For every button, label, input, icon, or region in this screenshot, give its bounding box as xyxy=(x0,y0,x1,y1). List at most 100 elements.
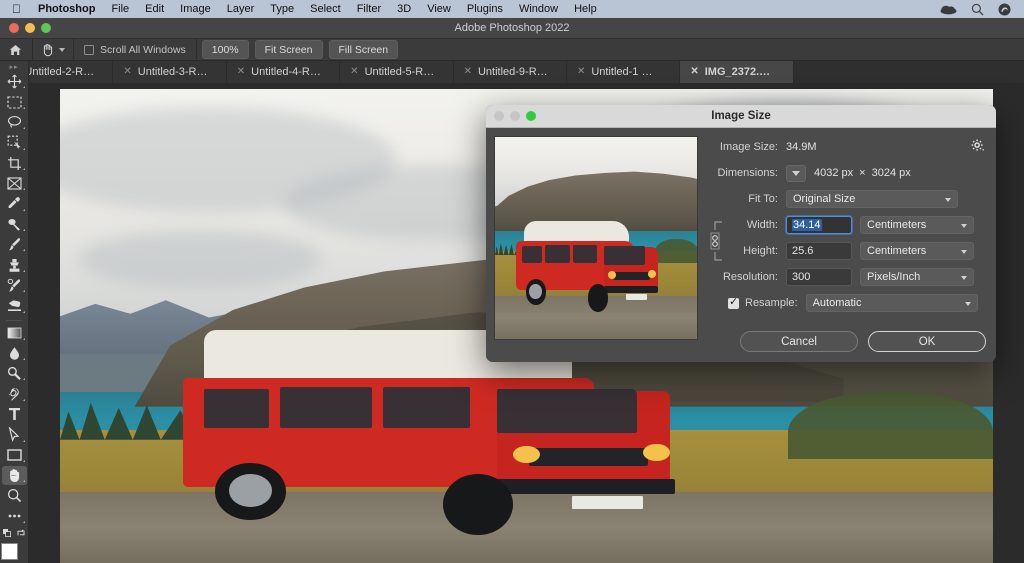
dodge-tool-icon[interactable] xyxy=(2,364,27,383)
eraser-tool-icon[interactable] xyxy=(2,296,27,315)
image-preview[interactable] xyxy=(494,136,698,340)
home-icon[interactable] xyxy=(0,44,30,56)
panel-grip-icon[interactable]: ▸▸ xyxy=(9,63,18,72)
menu-item-image[interactable]: Image xyxy=(172,3,219,15)
dialog-buttons: Cancel OK xyxy=(740,331,986,352)
menu-item-type[interactable]: Type xyxy=(262,3,302,15)
document-tab-untitled-3[interactable]: ✕ Untitled-3-Recovered … xyxy=(113,61,226,83)
close-icon[interactable]: ✕ xyxy=(237,67,245,77)
lasso-tool-icon[interactable] xyxy=(2,113,27,132)
hand-tool-icon xyxy=(41,43,55,57)
resolution-label: Resolution: xyxy=(708,271,786,283)
crop-tool-icon[interactable] xyxy=(2,154,27,173)
document-tab-img-2372[interactable]: ✕ IMG_2372.JPG @ 60% (RGB/8*) xyxy=(680,61,793,83)
frame-tool-icon[interactable] xyxy=(2,174,27,193)
resample-select[interactable]: Automatic xyxy=(806,294,978,312)
resample-row: Resample: Automatic xyxy=(708,292,986,314)
color-swatches[interactable] xyxy=(1,543,27,563)
cloud-icon[interactable] xyxy=(933,4,964,15)
document-tab-untitled-5[interactable]: ✕ Untitled-5-Recovered … xyxy=(340,61,453,83)
menu-item-edit[interactable]: Edit xyxy=(137,3,172,15)
van-bumper xyxy=(497,479,676,494)
hand-tool-icon[interactable] xyxy=(2,466,27,485)
rectangle-tool-icon[interactable] xyxy=(2,446,27,465)
close-icon[interactable]: ✕ xyxy=(464,67,472,77)
dimensions-units-dropdown[interactable] xyxy=(786,165,806,182)
macos-menu-bar:  Photoshop File Edit Image Layer Type S… xyxy=(0,0,1024,18)
zoom-100-percent-button[interactable]: 100% xyxy=(202,40,249,59)
apple-logo-icon[interactable]:  xyxy=(6,3,30,15)
van-grille xyxy=(529,448,648,465)
application-title: Adobe Photoshop 2022 xyxy=(0,22,1024,34)
edit-toolbar-icon[interactable] xyxy=(2,507,27,526)
scroll-all-windows-checkbox[interactable]: Scroll All Windows xyxy=(76,44,194,56)
gradient-tool-icon[interactable] xyxy=(2,323,27,342)
ok-button[interactable]: OK xyxy=(868,331,986,352)
fit-to-select[interactable]: Original Size xyxy=(786,190,958,208)
document-tab-untitled-4[interactable]: ✕ Untitled-4-Recovered … xyxy=(227,61,340,83)
resample-checkbox[interactable] xyxy=(728,298,739,309)
spotlight-search-icon[interactable] xyxy=(964,3,991,16)
close-icon[interactable]: ✕ xyxy=(123,67,131,77)
height-row: Height: 25.6 Centimeters xyxy=(708,240,986,262)
menu-item-filter[interactable]: Filter xyxy=(349,3,389,15)
application-title-bar: Adobe Photoshop 2022 xyxy=(0,18,1024,39)
width-unit-select[interactable]: Centimeters xyxy=(860,216,974,234)
van-wheel xyxy=(443,474,513,535)
cancel-button[interactable]: Cancel xyxy=(740,331,858,352)
menu-item-plugins[interactable]: Plugins xyxy=(459,3,511,15)
document-tab-untitled-9[interactable]: ✕ Untitled-9-Recovered … xyxy=(454,61,567,83)
height-unit-select[interactable]: Centimeters xyxy=(860,242,974,260)
path-selection-tool-icon[interactable] xyxy=(2,425,27,444)
pen-tool-icon[interactable] xyxy=(2,384,27,403)
blur-tool-icon[interactable] xyxy=(2,344,27,363)
resolution-unit-select[interactable]: Pixels/Inch xyxy=(860,268,974,286)
tools-panel: ▸▸ xyxy=(0,61,29,563)
chevron-down-icon[interactable] xyxy=(59,48,65,52)
preview-image xyxy=(495,137,698,340)
shrub xyxy=(788,392,993,458)
move-tool-icon[interactable] xyxy=(2,72,27,91)
tab-label: Untitled-9-Recovered … xyxy=(478,66,556,78)
menu-item-photoshop[interactable]: Photoshop xyxy=(30,3,103,15)
quick-selection-tool-icon[interactable] xyxy=(2,133,27,152)
foreground-color-swatch[interactable] xyxy=(1,543,18,560)
close-icon[interactable]: ✕ xyxy=(350,67,358,77)
document-tab-untitled-1[interactable]: ✕ Untitled-1 @ 100% (RG… xyxy=(567,61,680,83)
options-separator xyxy=(196,39,197,61)
zoom-tool-icon[interactable] xyxy=(2,486,27,505)
menu-item-3d[interactable]: 3D xyxy=(389,3,419,15)
height-input[interactable]: 25.6 xyxy=(786,242,852,260)
menu-item-file[interactable]: File xyxy=(103,3,137,15)
close-icon[interactable]: ✕ xyxy=(690,67,698,77)
width-input[interactable]: 34.14 xyxy=(786,216,852,234)
campervan-subject xyxy=(511,219,670,317)
menu-item-layer[interactable]: Layer xyxy=(219,3,263,15)
checkbox-box[interactable] xyxy=(84,45,94,55)
spot-healing-brush-tool-icon[interactable] xyxy=(2,215,27,234)
type-tool-icon[interactable] xyxy=(2,405,27,424)
menu-item-help[interactable]: Help xyxy=(566,3,605,15)
creative-cloud-icon[interactable] xyxy=(991,3,1018,16)
resolution-input[interactable]: 300 xyxy=(786,268,852,286)
cloud-shape xyxy=(79,231,322,288)
van-hubcap xyxy=(529,284,542,299)
clone-stamp-tool-icon[interactable] xyxy=(2,255,27,274)
eyedropper-tool-icon[interactable] xyxy=(2,194,27,213)
rectangular-marquee-tool-icon[interactable] xyxy=(2,92,27,111)
history-brush-tool-icon[interactable] xyxy=(2,276,27,295)
license-plate xyxy=(572,496,642,509)
photoshop-app-window:  Photoshop File Edit Image Layer Type S… xyxy=(0,0,1024,563)
tab-label: Untitled-1 @ 100% (RG… xyxy=(591,66,669,78)
menu-item-view[interactable]: View xyxy=(419,3,459,15)
fit-screen-button[interactable]: Fit Screen xyxy=(255,40,323,59)
fill-screen-button[interactable]: Fill Screen xyxy=(329,40,399,59)
van-window xyxy=(280,387,372,428)
gear-icon[interactable] xyxy=(971,139,984,152)
brush-tool-icon[interactable] xyxy=(2,235,27,254)
tool-options-bar: Scroll All Windows 100% Fit Screen Fill … xyxy=(0,39,1024,61)
menu-item-select[interactable]: Select xyxy=(302,3,349,15)
active-tool-preset-picker[interactable] xyxy=(35,43,71,57)
menu-item-window[interactable]: Window xyxy=(511,3,566,15)
close-icon[interactable]: ✕ xyxy=(577,67,585,77)
